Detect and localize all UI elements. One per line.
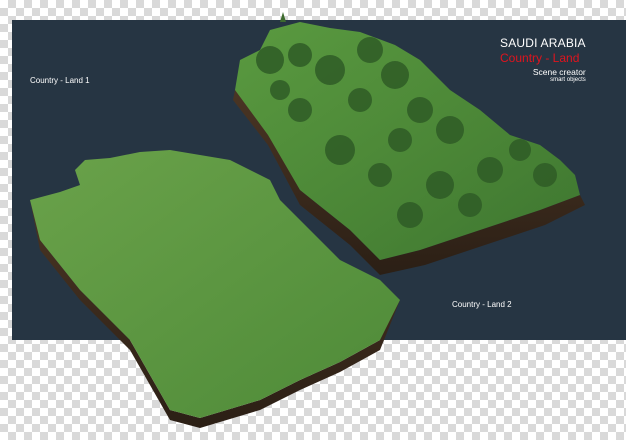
subtitle: Country - Land [500, 51, 580, 65]
land-1-label: Country - Land 1 [30, 76, 90, 85]
land-2-label: Country - Land 2 [452, 300, 512, 309]
scene-creator-text: Scene creator [532, 67, 586, 77]
country-title: SAUDI ARABIA [500, 36, 586, 50]
title-block: SAUDI ARABIA Country - Land Scene creato… [500, 36, 586, 83]
smart-objects-text: smart objects [550, 77, 586, 83]
